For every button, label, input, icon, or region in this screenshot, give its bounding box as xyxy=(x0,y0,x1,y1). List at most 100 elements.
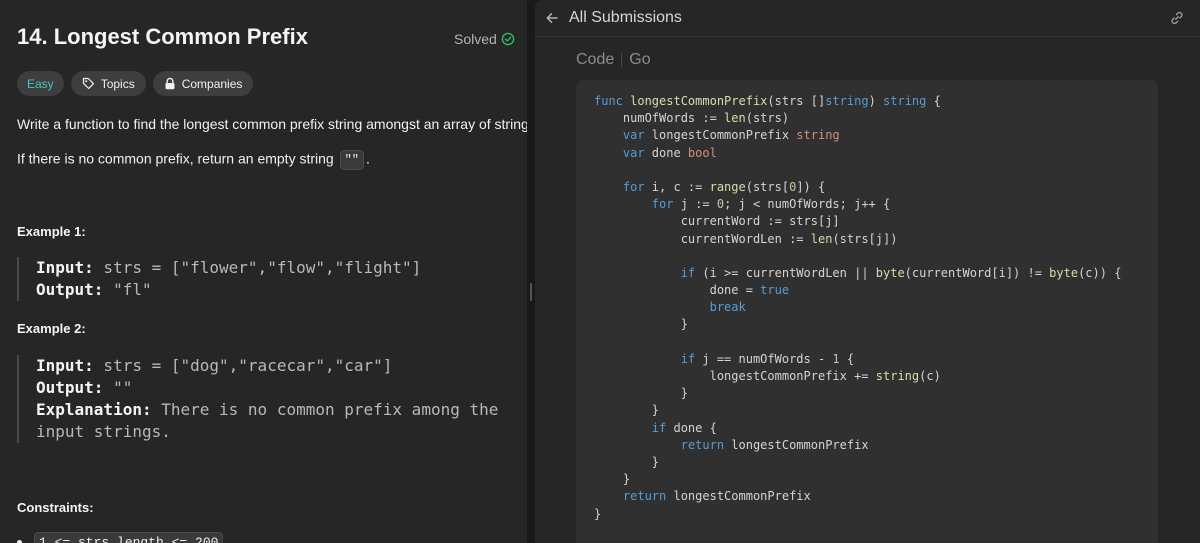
code-token: ]) { xyxy=(796,179,826,194)
code-line: var done bool xyxy=(594,145,1121,162)
example-2-explanation-cont: input strings. xyxy=(36,421,516,443)
description-period: . xyxy=(366,150,370,167)
topics-button[interactable]: Topics xyxy=(70,71,146,96)
submission-header: All Submissions xyxy=(535,0,1200,37)
code-token: currentWord := strs[j] xyxy=(594,214,840,229)
example-2-label: Example 2: xyxy=(17,321,86,336)
difficulty-badge: Easy xyxy=(17,71,64,96)
code-token: longestCommonPrefix xyxy=(673,489,811,504)
description-paragraph-1: Write a function to find the longest com… xyxy=(17,116,527,132)
code-token: (strs [] xyxy=(767,94,826,108)
explanation-value: There is no common prefix among the xyxy=(151,400,499,419)
example-2-output: Output: "" xyxy=(36,377,516,399)
solved-label: Solved xyxy=(454,31,497,47)
code-line: } xyxy=(594,385,1121,402)
all-submissions-link[interactable]: All Submissions xyxy=(569,9,682,27)
companies-button[interactable]: Companies xyxy=(152,71,254,96)
code-line: break xyxy=(594,299,1121,316)
constraints-label: Constraints: xyxy=(17,500,94,515)
code-content: func longestCommonPrefix(strs []string) … xyxy=(594,93,1121,523)
output-key: Output: xyxy=(36,280,104,299)
panel-resize-handle[interactable] xyxy=(527,0,535,543)
constraint-code: 1 <= strs.length <= 200 xyxy=(34,532,224,543)
code-token: longestCommonPrefix xyxy=(651,128,797,143)
code-token: (currentWord[i]) != xyxy=(904,265,1050,280)
code-token: } xyxy=(594,317,688,332)
example-1-output: Output: "fl" xyxy=(36,279,516,301)
submission-panel: All Submissions Code Go func longestComm… xyxy=(535,0,1200,543)
code-token: break xyxy=(594,300,746,315)
code-line: func longestCommonPrefix(strs []string) … xyxy=(594,93,1121,110)
lock-icon xyxy=(165,77,175,90)
code-token: done xyxy=(651,145,688,160)
empty-string-code: "" xyxy=(339,150,364,170)
solved-status: Solved xyxy=(454,31,515,47)
example-2-explanation: Explanation: There is no common prefix a… xyxy=(36,399,516,421)
grip-icon xyxy=(530,283,532,301)
separator xyxy=(621,53,623,67)
code-line: longestCommonPrefix += string(c) xyxy=(594,368,1121,385)
code-token: longestCommonPrefix xyxy=(731,437,869,452)
code-token: byte xyxy=(875,265,905,280)
code-token: var xyxy=(594,145,652,160)
code-token: len xyxy=(724,111,746,126)
problem-title[interactable]: 14. Longest Common Prefix xyxy=(17,24,308,50)
code-line: for i, c := range(strs[0]) { xyxy=(594,179,1121,196)
code-token: longestCommonPrefix xyxy=(630,94,768,108)
code-line: } xyxy=(594,316,1121,333)
code-token: if xyxy=(594,265,703,280)
code-token: (c) xyxy=(919,369,941,383)
code-token: string xyxy=(883,94,927,108)
example-1-block: Input: strs = ["flower","flow","flight"]… xyxy=(17,257,516,301)
companies-label: Companies xyxy=(181,76,243,91)
code-token: currentWordLen := xyxy=(594,231,811,246)
code-token: j := xyxy=(680,197,717,212)
code-token: } xyxy=(594,386,688,401)
input-value: strs = ["dog","racecar","car"] xyxy=(93,356,393,375)
code-token: (strs[j]) xyxy=(832,231,898,246)
arrow-left-icon[interactable] xyxy=(544,10,560,26)
code-token: longestCommonPrefix += xyxy=(594,369,876,383)
code-line: } xyxy=(594,402,1121,419)
code-token: 1 xyxy=(832,351,840,366)
code-line: var longestCommonPrefix string xyxy=(594,127,1121,144)
problem-panel: 14. Longest Common Prefix Solved Easy To… xyxy=(0,0,527,543)
code-token: for xyxy=(594,179,652,194)
example-1-label: Example 1: xyxy=(17,224,86,239)
code-token: return xyxy=(594,489,674,504)
link-icon[interactable] xyxy=(1169,10,1185,26)
code-token: string xyxy=(875,369,920,383)
code-token: string xyxy=(825,94,869,108)
tag-row: Easy Topics Companies xyxy=(17,71,254,96)
code-line: numOfWords := len(strs) xyxy=(594,110,1121,127)
code-token: } xyxy=(594,403,660,418)
code-line: if (i >= currentWordLen || byte(currentW… xyxy=(594,265,1122,282)
code-line: done = true xyxy=(594,282,1121,299)
output-value: "fl" xyxy=(103,280,152,299)
code-token: return xyxy=(594,437,732,452)
code-token: { xyxy=(839,351,855,366)
code-token: len xyxy=(810,231,833,246)
code-token: if xyxy=(594,351,703,366)
example-1-input: Input: strs = ["flower","flow","flight"] xyxy=(36,257,516,279)
code-line: return longestCommonPrefix xyxy=(594,437,1121,454)
code-block[interactable]: func longestCommonPrefix(strs []string) … xyxy=(576,80,1158,543)
code-line: } xyxy=(594,454,1121,471)
explanation-value-cont: input strings. xyxy=(36,422,171,441)
topics-label: Topics xyxy=(100,76,135,91)
example-2-input: Input: strs = ["dog","racecar","car"] xyxy=(36,355,516,377)
description-paragraph-2: If there is no common prefix, return an … xyxy=(17,150,370,170)
check-circle-icon xyxy=(501,32,515,46)
code-token: if xyxy=(594,420,674,435)
code-token: } xyxy=(594,472,631,487)
code-token: byte xyxy=(1049,265,1079,280)
code-token: done = xyxy=(594,283,761,298)
code-token: true xyxy=(760,283,790,298)
input-key: Input: xyxy=(36,258,94,277)
code-token: ) xyxy=(868,94,884,108)
code-token: var xyxy=(594,128,652,143)
example-2-block: Input: strs = ["dog","racecar","car"] Ou… xyxy=(17,355,516,443)
